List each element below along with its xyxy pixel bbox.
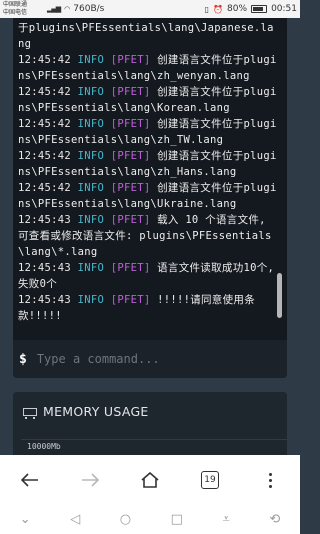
log-level: INFO: [77, 150, 105, 162]
battery-icon: [251, 5, 268, 13]
log-timestamp: 12:45:42: [18, 86, 71, 98]
log-tag: [PFET]: [110, 54, 151, 66]
log-tag: [PFET]: [110, 182, 151, 194]
log-tag: [PFET]: [110, 294, 151, 306]
carrier-1: 中国联通: [3, 1, 28, 8]
log-line: 12:45:42 INFO [PFET] 创建语言文件位于plugins\PFE…: [18, 52, 280, 84]
log-timestamp: 12:45:42: [18, 182, 71, 194]
menu-dots-icon[interactable]: [250, 460, 290, 500]
command-bar: $: [13, 340, 287, 378]
log-timestamp: 12:45:43: [18, 214, 71, 226]
log-tag: [PFET]: [110, 86, 151, 98]
recents-square-icon[interactable]: □: [171, 512, 183, 527]
log-line: 12:45:42 INFO [PFET] 创建语言文件位于plugins\PFE…: [18, 148, 280, 180]
log-tag: [PFET]: [110, 150, 151, 162]
signal-icon: ▂▄▆: [47, 5, 61, 13]
console-log[interactable]: 于plugins\PFEssentials\lang\Japanese.lang…: [18, 18, 280, 340]
log-level: INFO: [77, 262, 105, 274]
vibrate-icon: ▯: [204, 4, 210, 14]
memory-chip-icon: [23, 407, 37, 419]
log-line: 12:45:42 INFO [PFET] 创建语言文件位于plugins\PFE…: [18, 116, 280, 148]
memory-axis-label: 10000Mb: [27, 442, 61, 451]
back-triangle-icon[interactable]: ◁: [70, 512, 80, 527]
console-panel: 于plugins\PFEssentials\lang\Japanese.lang…: [13, 18, 287, 378]
network-speed: 760B/s: [73, 4, 105, 14]
log-level: INFO: [77, 118, 105, 130]
log-level: INFO: [77, 294, 105, 306]
log-line: 12:45:42 INFO [PFET] 创建语言文件位于plugins\PFE…: [18, 84, 280, 116]
log-tag: [PFET]: [110, 214, 151, 226]
alarm-icon: ⏰: [213, 4, 224, 14]
log-line: 12:45:43 INFO [PFET] !!!!!请同意使用条款!!!!!: [18, 292, 280, 324]
carrier-labels: 中国联通 中国电信: [3, 1, 43, 17]
home-circle-icon[interactable]: ○: [120, 512, 131, 527]
memory-usage-card: MEMORY USAGE 10000Mb: [13, 392, 287, 462]
wifi-icon: ◠: [64, 5, 70, 13]
log-timestamp: 12:45:42: [18, 150, 71, 162]
log-line: 12:45:43 INFO [PFET] 语言文件读取成功10个, 失败0个: [18, 260, 280, 292]
log-timestamp: 12:45:43: [18, 262, 71, 274]
log-message: 于plugins\PFEssentials\lang\Japanese.lang: [18, 22, 274, 50]
forward-arrow-icon[interactable]: [70, 460, 110, 500]
battery-percent: 80%: [227, 4, 248, 14]
status-bar: 中国联通 中国电信 ▂▄▆ ◠ 760B/s ▯ ⏰ 80% 00:51: [0, 0, 300, 18]
memory-usage-title: MEMORY USAGE: [43, 404, 149, 419]
log-tag: [PFET]: [110, 118, 151, 130]
command-input[interactable]: [36, 352, 257, 366]
log-timestamp: 12:45:42: [18, 54, 71, 66]
memory-divider: [21, 439, 287, 440]
log-level: INFO: [77, 86, 105, 98]
home-icon[interactable]: [130, 460, 170, 500]
log-timestamp: 12:45:42: [18, 118, 71, 130]
clock: 00:51: [271, 4, 297, 14]
log-line: 于plugins\PFEssentials\lang\Japanese.lang: [18, 20, 280, 52]
log-line: 12:45:42 INFO [PFET] 创建语言文件位于plugins\PFE…: [18, 180, 280, 212]
prompt-symbol: $: [19, 351, 27, 367]
system-nav-bar: ⌄ ◁ ○ □ ⩡ ⟲: [0, 505, 300, 534]
log-tag: [PFET]: [110, 262, 151, 274]
rotate-icon[interactable]: ⟲: [269, 512, 280, 527]
log-level: INFO: [77, 54, 105, 66]
log-line: 12:45:43 INFO [PFET] 载入 10 个语言文件, 可查看或修改…: [18, 212, 280, 260]
log-level: INFO: [77, 182, 105, 194]
notification-pull-icon[interactable]: ⩡: [222, 512, 229, 527]
browser-toolbar: 19: [0, 455, 300, 505]
console-scrollbar[interactable]: [277, 273, 282, 318]
tabs-icon: 19: [201, 471, 219, 489]
tabs-button[interactable]: 19: [190, 460, 230, 500]
back-arrow-icon[interactable]: [10, 460, 50, 500]
chevron-down-icon[interactable]: ⌄: [20, 512, 31, 527]
carrier-2: 中国电信: [3, 9, 28, 16]
log-level: INFO: [77, 214, 105, 226]
log-timestamp: 12:45:43: [18, 294, 71, 306]
